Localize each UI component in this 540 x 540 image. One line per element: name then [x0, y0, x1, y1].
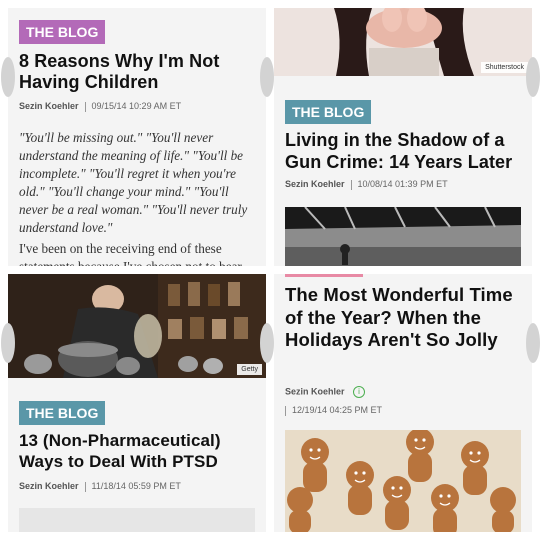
scroll-handle-right-bottom[interactable]	[526, 323, 540, 363]
article-byline: Sezin Koehler i	[285, 386, 366, 398]
byline-divider	[350, 179, 352, 190]
article-title[interactable]: Living in the Shadow of a Gun Crime: 14 …	[285, 129, 530, 173]
blog-tag[interactable]: THE BLOG	[19, 401, 106, 425]
blog-tag[interactable]: THE BLOG	[285, 100, 372, 124]
author-name[interactable]: Sezin Koehler	[19, 101, 79, 111]
article-title[interactable]: 13 (Non-Pharmaceutical) Ways to Deal Wit…	[19, 430, 261, 472]
hands-photo[interactable]: Shutterstock	[274, 8, 532, 76]
article-quote: "You'll be missing out." "You'll never u…	[19, 130, 248, 235]
scroll-handle-left-bottom[interactable]	[1, 323, 15, 363]
scroll-handle-middle-bottom[interactable]	[260, 323, 274, 363]
article-title[interactable]: The Most Wonderful Time of the Year? Whe…	[285, 284, 529, 352]
section-divider	[285, 274, 363, 277]
apothecary-photo[interactable]: Getty	[8, 274, 266, 378]
author-name[interactable]: Sezin Koehler	[19, 481, 79, 491]
image-credit: Shutterstock	[481, 62, 528, 73]
blog-tag[interactable]: THE BLOG	[19, 20, 106, 44]
apothecary-illustration	[8, 274, 266, 378]
article-byline: Sezin Koehler 10/08/14 01:39 PM ET	[285, 179, 448, 190]
card-holidays[interactable]: The Most Wonderful Time of the Year? Whe…	[274, 274, 532, 532]
publish-date: 10/08/14 01:39 PM ET	[357, 179, 448, 189]
scroll-handle-left[interactable]	[1, 57, 15, 97]
card-reasons-no-children[interactable]: THE BLOG 8 Reasons Why I'm Not Having Ch…	[8, 8, 266, 266]
publish-date: 11/18/14 05:59 PM ET	[91, 481, 181, 491]
article-paragraph: I've been on the receiving end of these …	[19, 241, 242, 266]
byline-divider	[84, 481, 86, 492]
next-article-image[interactable]	[19, 508, 255, 532]
scroll-handle-right-top[interactable]	[526, 57, 540, 97]
scroll-handle-middle-top[interactable]	[260, 57, 274, 97]
card-gun-crime[interactable]: Shutterstock THE BLOG Living in the Shad…	[274, 8, 532, 266]
publish-date: 12/19/14 04:25 PM ET	[292, 405, 383, 415]
street-illustration	[285, 207, 521, 266]
article-byline: Sezin Koehler 11/18/14 05:59 PM ET	[19, 481, 181, 492]
author-name[interactable]: Sezin Koehler	[285, 386, 345, 396]
info-circle-icon[interactable]: i	[353, 386, 366, 398]
publish-date: 09/15/14 10:29 AM ET	[91, 101, 182, 111]
article-byline: Sezin Koehler 09/15/14 10:29 AM ET	[19, 101, 181, 112]
byline-divider	[285, 405, 286, 416]
byline-divider	[84, 101, 86, 112]
gingerbread-illustration	[285, 430, 521, 532]
card-ptsd[interactable]: Getty THE BLOG 13 (Non-Pharmaceutical) W…	[8, 274, 266, 532]
author-name[interactable]: Sezin Koehler	[285, 179, 345, 189]
article-title[interactable]: 8 Reasons Why I'm Not Having Children	[19, 51, 259, 93]
article-date-row: 12/19/14 04:25 PM ET	[285, 405, 382, 416]
image-credit: Getty	[237, 364, 262, 375]
gingerbread-photo[interactable]	[285, 430, 521, 532]
street-photo[interactable]	[285, 207, 521, 266]
